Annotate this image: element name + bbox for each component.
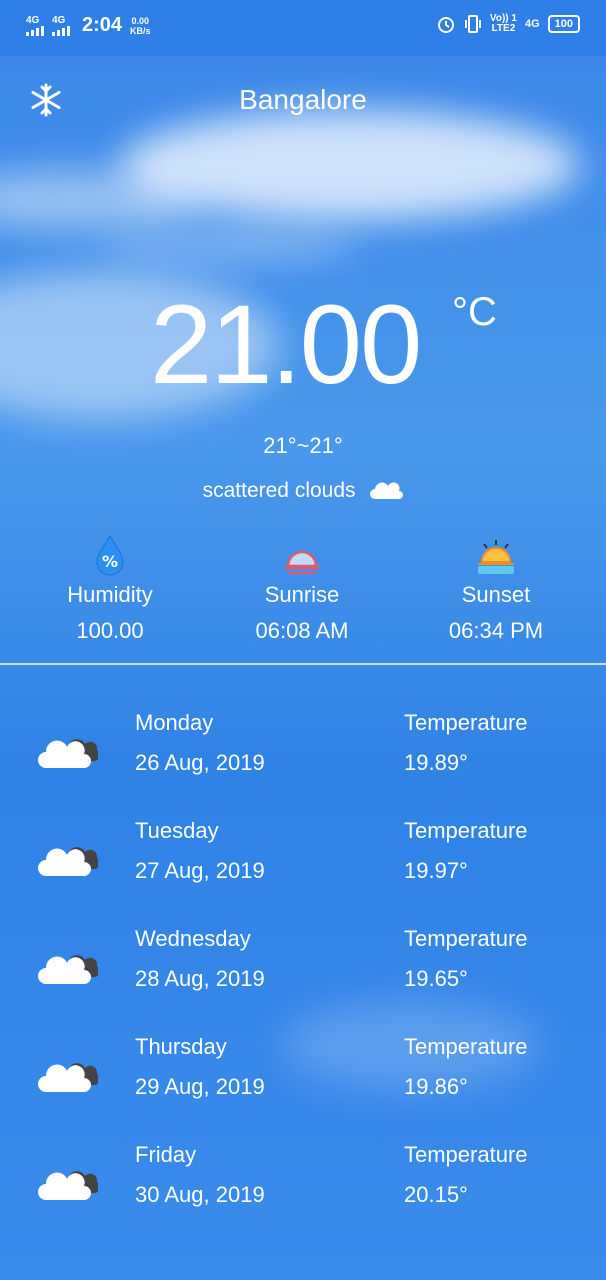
sunset-stat: Sunset 06:34 PM bbox=[396, 534, 596, 644]
sunset-icon bbox=[478, 540, 514, 574]
forecast-date: 30 Aug, 2019 bbox=[135, 1182, 265, 1207]
forecast-day: Tuesday bbox=[135, 818, 219, 843]
vibrate-icon bbox=[464, 15, 481, 33]
cloudy-icon bbox=[38, 847, 98, 876]
forecast-temp-label: Temperature bbox=[404, 710, 528, 735]
lte-label: LTE2 bbox=[491, 23, 516, 34]
forecast-day: Monday bbox=[135, 710, 214, 735]
battery-indicator: 100 bbox=[547, 15, 580, 33]
signal-bars-icon bbox=[26, 25, 44, 36]
clock: 2:04 bbox=[82, 14, 123, 36]
forecast-date: 27 Aug, 2019 bbox=[135, 858, 265, 883]
sunrise-label: Sunrise bbox=[264, 582, 340, 607]
forecast-day: Friday bbox=[135, 1142, 197, 1167]
status-bar: 4G 4G 2:04 0.00 KB/s Vo)) 1 LTE2 4G 100 bbox=[0, 0, 606, 56]
cloudy-icon bbox=[38, 1171, 98, 1200]
speed-unit: KB/s bbox=[130, 25, 151, 36]
humidity-icon: % bbox=[96, 535, 124, 576]
signal-2: 4G bbox=[52, 14, 70, 36]
forecast-temp-value: 19.97° bbox=[404, 858, 468, 883]
network-type-1: 4G bbox=[26, 14, 40, 26]
forecast-temp-value: 19.89° bbox=[404, 750, 468, 775]
humidity-stat: % Humidity 100.00 bbox=[10, 534, 210, 644]
temperature-range: 21°~21° bbox=[263, 433, 343, 458]
forecast-row[interactable]: Wednesday 28 Aug, 2019 Temperature 19.65… bbox=[0, 916, 606, 1024]
cloudy-icon bbox=[38, 1063, 98, 1092]
forecast-temp-value: 20.15° bbox=[404, 1182, 468, 1207]
network-type-2: 4G bbox=[52, 14, 66, 26]
humidity-value: 100.00 bbox=[76, 618, 144, 643]
speed-value: 0.00 bbox=[131, 15, 150, 26]
forecast-row[interactable]: Tuesday 27 Aug, 2019 Temperature 19.97° bbox=[0, 808, 606, 916]
temperature-unit: °C bbox=[452, 290, 497, 334]
sunset-label: Sunset bbox=[461, 582, 531, 607]
network-type-3: 4G bbox=[524, 18, 540, 30]
svg-text:%: % bbox=[102, 552, 118, 571]
forecast-temp-label: Temperature bbox=[404, 1034, 528, 1059]
city-name: Bangalore bbox=[239, 84, 367, 115]
forecast-temp-label: Temperature bbox=[404, 926, 528, 951]
cloud-icon bbox=[370, 482, 404, 500]
forecast-temp-label: Temperature bbox=[404, 818, 528, 843]
forecast-row[interactable]: Friday 30 Aug, 2019 Temperature 20.15° bbox=[0, 1132, 606, 1240]
volte-indicator: Vo)) 1 LTE2 bbox=[490, 14, 517, 34]
forecast-day: Wednesday bbox=[135, 926, 251, 951]
signal-bars-icon bbox=[52, 25, 70, 36]
current-temperature: 21.00 bbox=[150, 282, 422, 407]
cloudy-icon bbox=[38, 739, 98, 768]
network-speed: 0.00 KB/s bbox=[130, 16, 151, 36]
forecast-row[interactable]: Monday 26 Aug, 2019 Temperature 19.89° bbox=[0, 700, 606, 808]
weather-description-text: scattered clouds bbox=[202, 479, 356, 502]
sunrise-stat: Sunrise 06:08 AM bbox=[202, 534, 402, 644]
alarm-icon bbox=[437, 17, 454, 33]
weather-description: scattered clouds bbox=[0, 479, 606, 503]
divider bbox=[0, 663, 606, 665]
humidity-label: Humidity bbox=[67, 582, 153, 607]
forecast-temp-value: 19.86° bbox=[404, 1074, 468, 1099]
forecast-temp-label: Temperature bbox=[404, 1142, 528, 1167]
sunrise-icon bbox=[284, 550, 320, 575]
forecast-date: 26 Aug, 2019 bbox=[135, 750, 265, 775]
forecast-temp-value: 19.65° bbox=[404, 966, 468, 991]
forecast-date: 29 Aug, 2019 bbox=[135, 1074, 265, 1099]
forecast-date: 28 Aug, 2019 bbox=[135, 966, 265, 991]
sunrise-value: 06:08 AM bbox=[255, 618, 349, 643]
forecast-row[interactable]: Thursday 29 Aug, 2019 Temperature 19.86° bbox=[0, 1024, 606, 1132]
cloudy-icon bbox=[38, 955, 98, 984]
signal-1: 4G bbox=[26, 14, 44, 36]
forecast-day: Thursday bbox=[135, 1034, 227, 1059]
sunset-value: 06:34 PM bbox=[448, 618, 544, 643]
